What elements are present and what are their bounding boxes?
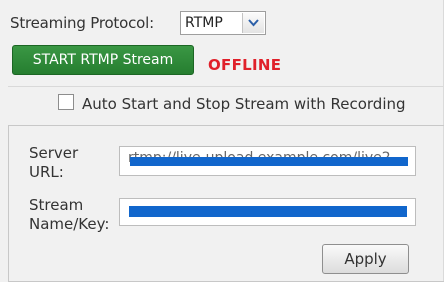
server-url-label-line2: URL: <box>29 163 64 181</box>
start-stream-button[interactable]: START RTMP Stream <box>12 45 194 75</box>
streaming-protocol-value: RTMP <box>185 15 223 31</box>
redaction-bar <box>129 206 407 217</box>
redaction-bar <box>130 157 408 166</box>
streaming-protocol-select[interactable]: RTMP <box>180 11 266 35</box>
stream-key-label-line2: Name/Key: <box>29 215 110 233</box>
stream-key-label-line1: Stream <box>29 196 84 214</box>
dropdown-toggle[interactable] <box>242 13 264 33</box>
server-url-label-line1: Server <box>29 144 79 162</box>
stream-key-input[interactable] <box>119 198 416 226</box>
server-url-input[interactable]: rtmp://live-upload.example.com/live2 <box>119 146 416 176</box>
stream-status-badge: OFFLINE <box>208 56 282 74</box>
auto-start-label[interactable]: Auto Start and Stop Stream with Recordin… <box>82 95 406 113</box>
streaming-protocol-label: Streaming Protocol: <box>10 14 154 32</box>
section-divider <box>8 86 444 87</box>
auto-start-checkbox[interactable] <box>58 94 74 110</box>
apply-button[interactable]: Apply <box>322 244 409 274</box>
chevron-down-icon <box>248 19 259 27</box>
streaming-settings-panel: Streaming Protocol: RTMP START RTMP Stre… <box>0 0 444 282</box>
